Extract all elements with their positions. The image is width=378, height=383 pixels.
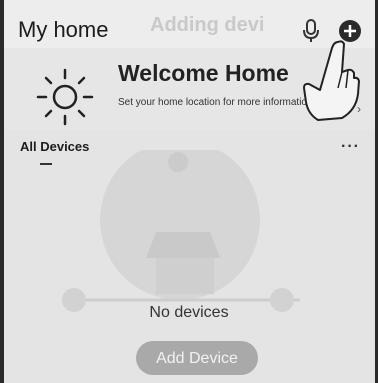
device-frame-left (0, 0, 4, 383)
active-tab-indicator (40, 163, 52, 165)
sun-icon (36, 68, 94, 126)
background-page-title: Adding devi (150, 14, 265, 36)
welcome-subtitle: Set your home location for more informat… (118, 97, 313, 108)
welcome-title: Welcome Home (118, 60, 289, 86)
add-device-button[interactable]: Add Device (136, 341, 258, 375)
empty-state-text: No devices (149, 304, 229, 321)
pointing-hand-icon (303, 40, 360, 121)
page-title[interactable]: My home (18, 17, 108, 43)
